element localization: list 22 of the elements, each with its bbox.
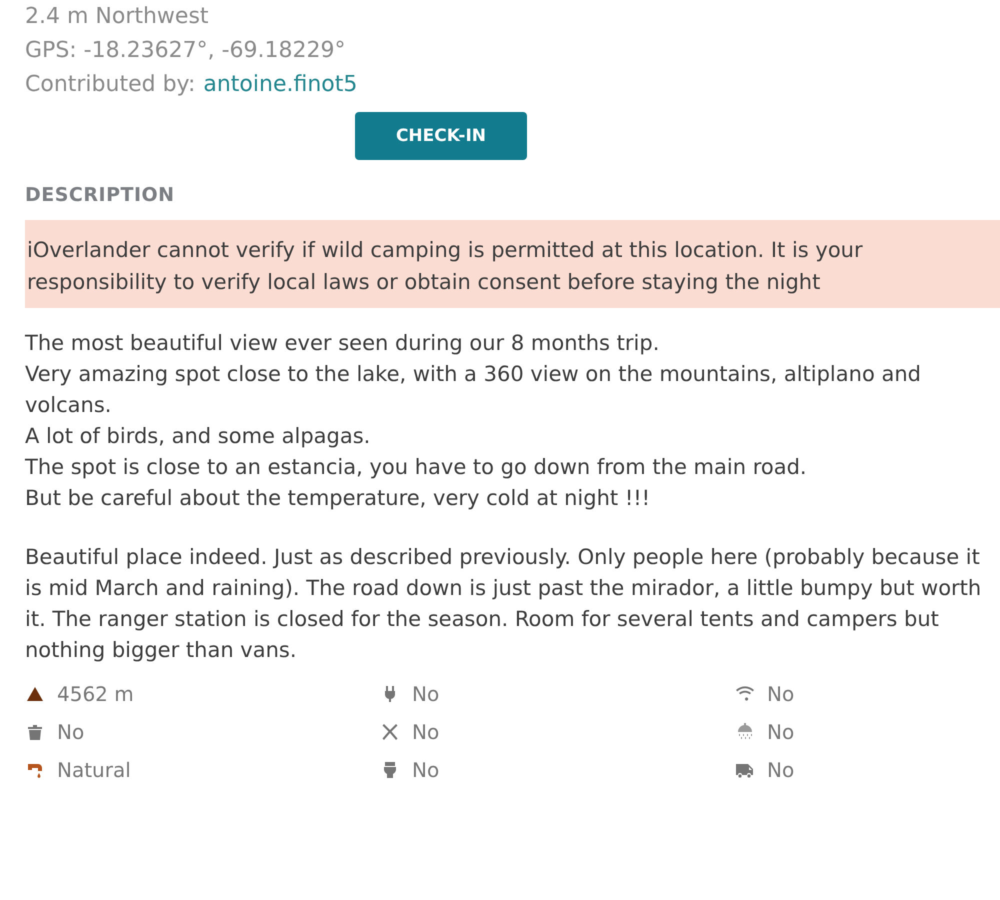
description-line: Very amazing spot close to the lake, with a 360 view on the mountains, altiplano and volcans. [25, 361, 922, 419]
amenity-value: No [767, 720, 794, 744]
amenity-value: No [767, 682, 794, 706]
gps-text: GPS: -18.23627°, -69.18229° [25, 37, 346, 65]
description-line: But be careful about the temperature, very cold at night !!! [25, 485, 652, 512]
amenity-value: No [412, 758, 440, 782]
description-line: The spot is close to an estancia, you have to go down from the main road. [25, 454, 808, 481]
amenity-value: No [412, 682, 440, 706]
amenity-value: Natural [57, 758, 131, 782]
section-heading: DESCRIPTION [25, 184, 176, 206]
amenity-value: No [767, 758, 794, 782]
amenity-value: No [412, 720, 440, 744]
contributed-label: Contributed by: [25, 71, 196, 99]
amenity-value: 4562 m [57, 682, 134, 706]
distance-text: 2.4 m Northwest [25, 3, 210, 31]
contributor-link[interactable]: antoine.finot5 [203, 68, 358, 102]
check-in-button[interactable]: CHECK-IN [355, 112, 527, 160]
amenity-value: No [57, 720, 84, 744]
description-line: A lot of birds, and some alpagas. [25, 423, 372, 450]
description-line: The most beautiful view ever seen during our 8 months trip. [25, 330, 660, 357]
comment-text: Beautiful place indeed. Just as described previously. Only people here (probably because it is mid March and raining). The road down is just past the mirador, a little bumpy but worth it. The ranger station is closed for the season. Room for several tents and campers but nothing bigger than vans. [25, 544, 982, 664]
warning-banner: iOverlander cannot verify if wild camping is permitted at this location. It is your responsibility to verify local laws or obtain consent before staying the night [25, 220, 1000, 308]
